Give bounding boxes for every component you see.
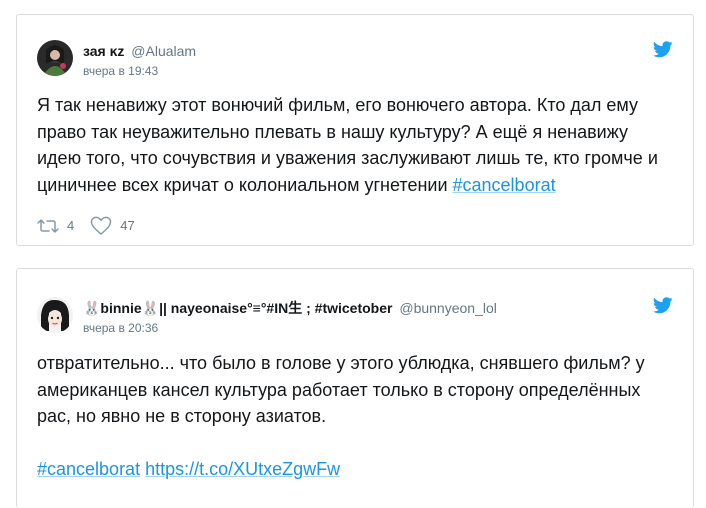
timestamp[interactable]: вчера в 20:36 [83, 321, 158, 335]
retweet-icon [37, 218, 59, 233]
hashtag-link[interactable]: #cancelborat [37, 459, 140, 479]
avatar[interactable] [37, 297, 73, 333]
tweet-body: Я так ненавижу этот вонючий фильм, его в… [37, 95, 658, 195]
twitter-bird-icon[interactable] [653, 297, 673, 314]
retweet-button[interactable]: 4 [37, 218, 74, 234]
timestamp[interactable]: вчера в 19:43 [83, 64, 158, 78]
handle[interactable]: @Alualam [131, 43, 196, 59]
tweet-actions: 4 47 [37, 216, 151, 235]
avatar-image [37, 297, 73, 333]
tweet-card: зая ĸz @Alualam вчера в 19:43 Я так нена… [16, 14, 694, 246]
display-name[interactable]: 🐰binnie🐰|| nayeonaise°≡°#IN生 ; #twicetob… [83, 300, 392, 316]
retweet-count: 4 [67, 218, 75, 233]
author-line: 🐰binnie🐰|| nayeonaise°≡°#IN生 ; #twicetob… [83, 299, 497, 317]
tweet-text: Я так ненавижу этот вонючий фильм, его в… [37, 92, 677, 198]
tweet-links: #cancelborat https://t.co/XUtxeZgwFw [37, 456, 340, 482]
author-line: зая ĸz @Alualam [83, 42, 196, 60]
heart-icon [91, 216, 112, 235]
hashtag-link[interactable]: #cancelborat [453, 175, 556, 195]
twitter-bird-icon[interactable] [653, 41, 673, 58]
display-name[interactable]: зая ĸz [83, 43, 124, 59]
avatar[interactable] [37, 40, 73, 76]
tweet-card: 🐰binnie🐰|| nayeonaise°≡°#IN生 ; #twicetob… [16, 268, 694, 508]
avatar-image [37, 40, 73, 76]
tweet-text: отвратительно... что было в голове у это… [37, 353, 645, 426]
url-link[interactable]: https://t.co/XUtxeZgwFw [145, 459, 340, 479]
handle[interactable]: @bunnyeon_lol [399, 300, 497, 316]
like-button[interactable]: 47 [90, 216, 135, 235]
like-count: 47 [120, 218, 135, 233]
